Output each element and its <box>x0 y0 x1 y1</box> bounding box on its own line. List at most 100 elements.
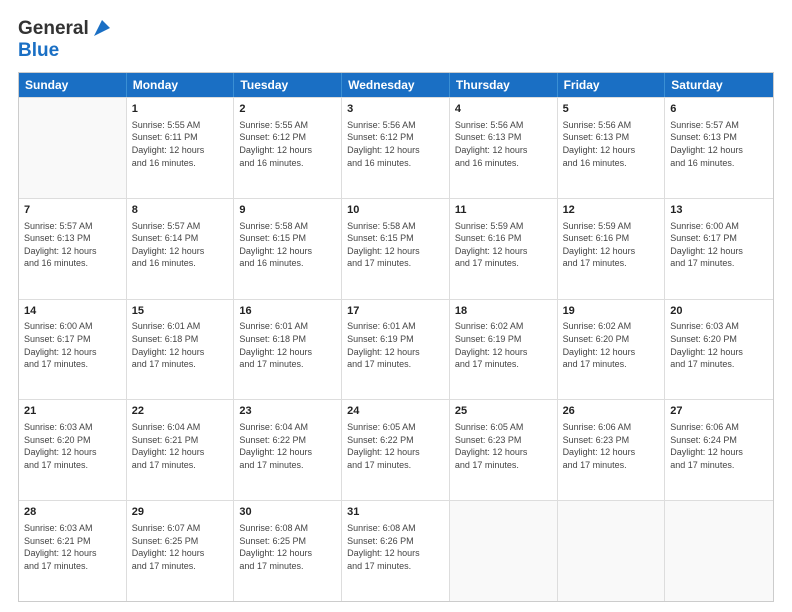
day-number: 26 <box>563 404 660 419</box>
logo-blue-text: Blue <box>18 40 59 61</box>
cell-info: Sunrise: 6:03 AM Sunset: 6:21 PM Dayligh… <box>24 522 121 572</box>
cell-info: Sunrise: 6:05 AM Sunset: 6:23 PM Dayligh… <box>455 421 552 471</box>
cal-cell: 1Sunrise: 5:55 AM Sunset: 6:11 PM Daylig… <box>127 98 235 198</box>
cal-header-saturday: Saturday <box>665 73 773 97</box>
cal-week-4: 21Sunrise: 6:03 AM Sunset: 6:20 PM Dayli… <box>19 399 773 500</box>
calendar-body: 1Sunrise: 5:55 AM Sunset: 6:11 PM Daylig… <box>19 97 773 601</box>
day-number: 14 <box>24 304 121 319</box>
cal-week-1: 1Sunrise: 5:55 AM Sunset: 6:11 PM Daylig… <box>19 97 773 198</box>
cal-cell: 29Sunrise: 6:07 AM Sunset: 6:25 PM Dayli… <box>127 501 235 601</box>
calendar-header-row: SundayMondayTuesdayWednesdayThursdayFrid… <box>19 73 773 97</box>
cal-cell: 3 Sunrise: 5:56 AM Sunset: 6:12 PM Daylig… <box>342 98 450 198</box>
cal-cell: 30 Sunrise: 6:08 AM Sunset: 6:25 PM Dayli… <box>234 501 342 601</box>
cell-info: Sunrise: 5:59 AM Sunset: 6:16 PM Dayligh… <box>563 220 660 270</box>
cell-info: Sunrise: 5:58 AM Sunset: 6:15 PM Dayligh… <box>347 220 444 270</box>
day-number: 19 <box>563 304 660 319</box>
cell-info: Sunrise: 6:00 AM Sunset: 6:17 PM Dayligh… <box>24 320 121 370</box>
cal-cell: 19Sunrise: 6:02 AM Sunset: 6:20 PM Dayli… <box>558 300 666 400</box>
day-number: 18 <box>455 304 552 319</box>
cal-header-tuesday: Tuesday <box>234 73 342 97</box>
day-number: 2 <box>239 102 336 117</box>
cal-cell: 12 Sunrise: 5:59 AM Sunset: 6:16 PM Dayli… <box>558 199 666 299</box>
cal-cell: 8 Sunrise: 5:57 AM Sunset: 6:14 PM Daylig… <box>127 199 235 299</box>
cell-info: Sunrise: 6:03 AM Sunset: 6:20 PM Dayligh… <box>670 320 768 370</box>
cal-cell: 22Sunrise: 6:04 AM Sunset: 6:21 PM Dayli… <box>127 400 235 500</box>
day-number: 12 <box>563 203 660 218</box>
day-number: 1 <box>132 102 229 117</box>
cell-info: Sunrise: 5:57 AM Sunset: 6:13 PM Dayligh… <box>24 220 121 270</box>
cell-info: Sunrise: 6:02 AM Sunset: 6:20 PM Dayligh… <box>563 320 660 370</box>
cal-week-5: 28 Sunrise: 6:03 AM Sunset: 6:21 PM Dayli… <box>19 500 773 601</box>
cal-week-3: 14Sunrise: 6:00 AM Sunset: 6:17 PM Dayli… <box>19 299 773 400</box>
day-number: 28 <box>24 505 121 520</box>
cell-info: Sunrise: 6:07 AM Sunset: 6:25 PM Dayligh… <box>132 522 229 572</box>
logo-general-text: General <box>18 18 89 40</box>
cell-info: Sunrise: 5:56 AM Sunset: 6:13 PM Dayligh… <box>563 119 660 169</box>
cell-info: Sunrise: 5:57 AM Sunset: 6:13 PM Dayligh… <box>670 119 768 169</box>
day-number: 27 <box>670 404 768 419</box>
cal-cell: 20Sunrise: 6:03 AM Sunset: 6:20 PM Dayli… <box>665 300 773 400</box>
cal-header-monday: Monday <box>127 73 235 97</box>
cal-cell: 23 Sunrise: 6:04 AM Sunset: 6:22 PM Dayli… <box>234 400 342 500</box>
cell-info: Sunrise: 6:04 AM Sunset: 6:22 PM Dayligh… <box>239 421 336 471</box>
day-number: 10 <box>347 203 444 218</box>
cal-cell: 4Sunrise: 5:56 AM Sunset: 6:13 PM Daylig… <box>450 98 558 198</box>
cal-cell: 28 Sunrise: 6:03 AM Sunset: 6:21 PM Dayli… <box>19 501 127 601</box>
cell-info: Sunrise: 5:56 AM Sunset: 6:13 PM Dayligh… <box>455 119 552 169</box>
calendar: SundayMondayTuesdayWednesdayThursdayFrid… <box>18 72 774 602</box>
cal-cell: 9 Sunrise: 5:58 AM Sunset: 6:15 PM Daylig… <box>234 199 342 299</box>
day-number: 23 <box>239 404 336 419</box>
cal-cell: 6 Sunrise: 5:57 AM Sunset: 6:13 PM Daylig… <box>665 98 773 198</box>
cell-info: Sunrise: 6:06 AM Sunset: 6:23 PM Dayligh… <box>563 421 660 471</box>
logo: General Blue <box>18 18 112 62</box>
day-number: 15 <box>132 304 229 319</box>
cell-info: Sunrise: 5:56 AM Sunset: 6:12 PM Dayligh… <box>347 119 444 169</box>
cal-cell: 16Sunrise: 6:01 AM Sunset: 6:18 PM Dayli… <box>234 300 342 400</box>
cell-info: Sunrise: 6:08 AM Sunset: 6:26 PM Dayligh… <box>347 522 444 572</box>
cell-info: Sunrise: 5:57 AM Sunset: 6:14 PM Dayligh… <box>132 220 229 270</box>
day-number: 7 <box>24 203 121 218</box>
cal-cell: 25Sunrise: 6:05 AM Sunset: 6:23 PM Dayli… <box>450 400 558 500</box>
day-number: 6 <box>670 102 768 117</box>
page: General Blue SundayMondayTuesdayWednesda… <box>0 0 792 612</box>
cal-cell: 31 Sunrise: 6:08 AM Sunset: 6:26 PM Dayli… <box>342 501 450 601</box>
cal-cell: 24Sunrise: 6:05 AM Sunset: 6:22 PM Dayli… <box>342 400 450 500</box>
cal-cell: 26 Sunrise: 6:06 AM Sunset: 6:23 PM Dayli… <box>558 400 666 500</box>
logo-icon <box>92 18 112 38</box>
cell-info: Sunrise: 6:02 AM Sunset: 6:19 PM Dayligh… <box>455 320 552 370</box>
header: General Blue <box>18 18 774 62</box>
day-number: 17 <box>347 304 444 319</box>
day-number: 3 <box>347 102 444 117</box>
day-number: 5 <box>563 102 660 117</box>
day-number: 30 <box>239 505 336 520</box>
day-number: 22 <box>132 404 229 419</box>
cal-cell: 14Sunrise: 6:00 AM Sunset: 6:17 PM Dayli… <box>19 300 127 400</box>
cal-header-friday: Friday <box>558 73 666 97</box>
cal-cell: 2Sunrise: 5:55 AM Sunset: 6:12 PM Daylig… <box>234 98 342 198</box>
cal-cell: 21Sunrise: 6:03 AM Sunset: 6:20 PM Dayli… <box>19 400 127 500</box>
cell-info: Sunrise: 6:01 AM Sunset: 6:18 PM Dayligh… <box>132 320 229 370</box>
cell-info: Sunrise: 6:06 AM Sunset: 6:24 PM Dayligh… <box>670 421 768 471</box>
cell-info: Sunrise: 5:59 AM Sunset: 6:16 PM Dayligh… <box>455 220 552 270</box>
day-number: 21 <box>24 404 121 419</box>
cal-header-sunday: Sunday <box>19 73 127 97</box>
cal-cell: 13Sunrise: 6:00 AM Sunset: 6:17 PM Dayli… <box>665 199 773 299</box>
cal-cell: 18Sunrise: 6:02 AM Sunset: 6:19 PM Dayli… <box>450 300 558 400</box>
cell-info: Sunrise: 6:01 AM Sunset: 6:19 PM Dayligh… <box>347 320 444 370</box>
cal-cell: 7 Sunrise: 5:57 AM Sunset: 6:13 PM Daylig… <box>19 199 127 299</box>
day-number: 11 <box>455 203 552 218</box>
cal-cell <box>19 98 127 198</box>
day-number: 31 <box>347 505 444 520</box>
day-number: 9 <box>239 203 336 218</box>
cal-week-2: 7 Sunrise: 5:57 AM Sunset: 6:13 PM Daylig… <box>19 198 773 299</box>
cal-cell: 17Sunrise: 6:01 AM Sunset: 6:19 PM Dayli… <box>342 300 450 400</box>
cell-info: Sunrise: 5:58 AM Sunset: 6:15 PM Dayligh… <box>239 220 336 270</box>
cell-info: Sunrise: 6:08 AM Sunset: 6:25 PM Dayligh… <box>239 522 336 572</box>
cal-cell <box>558 501 666 601</box>
cal-cell: 15Sunrise: 6:01 AM Sunset: 6:18 PM Dayli… <box>127 300 235 400</box>
cell-info: Sunrise: 6:00 AM Sunset: 6:17 PM Dayligh… <box>670 220 768 270</box>
cal-cell <box>450 501 558 601</box>
cal-header-wednesday: Wednesday <box>342 73 450 97</box>
cell-info: Sunrise: 6:01 AM Sunset: 6:18 PM Dayligh… <box>239 320 336 370</box>
day-number: 8 <box>132 203 229 218</box>
